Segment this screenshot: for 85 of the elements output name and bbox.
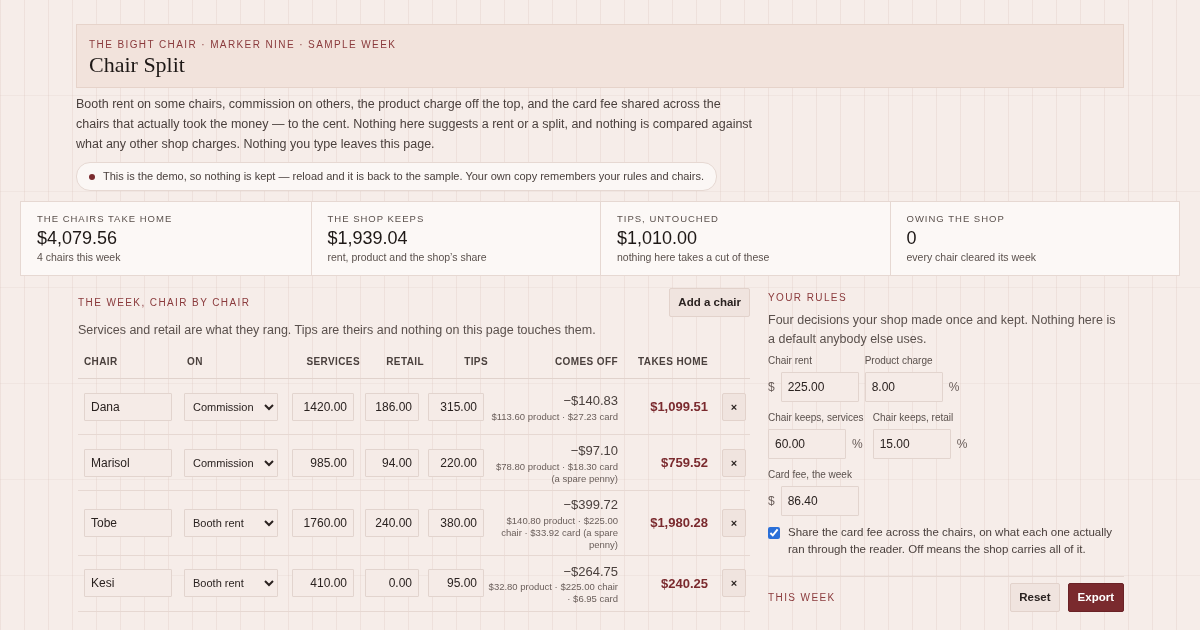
column-header: ON: [186, 355, 204, 370]
deduction-amount: −$399.72: [562, 496, 618, 515]
retail-field[interactable]: 0.00: [365, 569, 419, 598]
name-field[interactable]: Marisol: [84, 448, 172, 477]
stat-note: nothing here takes a cut of these: [617, 250, 771, 266]
checkbox-label: Share the card fee across the chairs, on what each one actually ran through the reader. Off means the shop carries all of it.: [788, 525, 1114, 558]
page-title: Chair Split: [89, 52, 186, 79]
tips-field[interactable]: 380.00: [428, 509, 484, 538]
eyebrow-text: THE BIGHT CHAIR · MARKER NINE · SAMPLE WEEK: [89, 38, 398, 52]
column-header: TIPS: [463, 355, 488, 370]
number-field[interactable]: 8.00: [864, 372, 943, 403]
stat-label: THE CHAIRS TAKE HOME: [37, 211, 174, 226]
unit-label: %: [956, 436, 968, 454]
stat-value: 0: [906, 227, 918, 251]
take-home-amount: $759.52: [660, 454, 709, 473]
take-home-amount: $1,980.28: [649, 514, 709, 533]
name-field[interactable]: Tobe: [84, 509, 172, 538]
deduction-amount: −$140.83: [562, 392, 618, 411]
section-heading: YOUR RULES: [768, 291, 848, 306]
deduction-detail: $113.60 product · $27.23 card: [490, 410, 618, 423]
stat-label: TIPS, UNTOUCHED: [617, 211, 720, 226]
services-field[interactable]: 410.00: [292, 569, 354, 598]
deduction-detail: $78.80 product · $18.30 card (a spare penny): [495, 460, 618, 485]
number-field[interactable]: 15.00: [872, 429, 951, 460]
deduction-amount: −$97.10: [569, 442, 618, 461]
field-label: Chair keeps, services: [768, 411, 865, 426]
stat-label: OWING THE SHOP: [906, 211, 1006, 226]
stat-value: $1,010.00: [617, 227, 699, 251]
deduction-detail: $140.80 product · $225.00 chair · $33.92 card (a spare penny): [500, 514, 618, 551]
take-home-amount: $1,099.51: [649, 398, 709, 417]
unit-label: %: [852, 436, 863, 454]
stat-note: every chair cleared its week: [906, 250, 1038, 266]
column-header: RETAIL: [385, 355, 424, 370]
checkbox[interactable]: [768, 527, 780, 540]
retail-field[interactable]: 186.00: [365, 392, 419, 421]
section-heading: THE WEEK, CHAIR BY CHAIR: [78, 296, 251, 311]
plan-select[interactable]: Booth rent: [184, 569, 278, 598]
dot-icon: [89, 173, 95, 180]
unit-label: $: [768, 493, 775, 511]
tips-field[interactable]: 95.00: [428, 569, 484, 598]
deduction-amount: −$264.75: [562, 562, 618, 581]
secondary-button[interactable]: Reset: [1010, 583, 1060, 613]
services-field[interactable]: 1760.00: [292, 509, 354, 538]
name-field[interactable]: Dana: [84, 392, 172, 421]
column-header: SERVICES: [305, 355, 360, 370]
retail-field[interactable]: 240.00: [365, 509, 419, 538]
retail-field[interactable]: 94.00: [365, 448, 419, 477]
remove-button[interactable]: ×: [722, 569, 746, 598]
tips-field[interactable]: 315.00: [428, 392, 484, 421]
unit-label: %: [948, 379, 960, 397]
column-header: COMES OFF: [553, 355, 618, 370]
plan-select[interactable]: Commission: [184, 448, 278, 477]
stat-note: 4 chairs this week: [37, 250, 122, 266]
section-description: Services and retail are what they rang. Tips are theirs and nothing on this page touches them.: [78, 322, 597, 340]
field-label: Card fee, the week: [768, 468, 853, 483]
column-header: TAKES HOME: [637, 355, 709, 370]
name-field[interactable]: Kesi: [84, 569, 172, 598]
field-label: Chair rent: [768, 354, 813, 369]
section-heading: THIS WEEK: [768, 591, 836, 606]
field-label: Product charge: [864, 354, 934, 369]
services-field[interactable]: 1420.00: [292, 392, 354, 421]
notice-text: This is the demo, so nothing is kept — reload and it is back to the sample. Your own copy remembers your rules and chairs.: [103, 169, 705, 185]
remove-button[interactable]: ×: [722, 509, 746, 538]
stat-value: $4,079.56: [37, 227, 119, 251]
deduction-detail: $32.80 product · $225.00 chair · $6.95 card: [488, 581, 618, 606]
stat-note: rent, product and the shop’s share: [327, 250, 488, 266]
services-field[interactable]: 985.00: [292, 448, 354, 477]
stat-value: $1,939.04: [327, 227, 409, 251]
section-description: Four decisions your shop made once and kept. Nothing here is a default anybody else uses.: [768, 312, 1117, 349]
intro-paragraph: Booth rent on some chairs, commission on others, the product charge off the top, and the card fee shared across the chairs that actually took the money — to the cent. Nothing here suggests a rent or a split, and nothing is compared against what any other shop charges. Nothing you type leaves this page.: [76, 96, 754, 154]
plan-select[interactable]: Commission: [184, 392, 278, 421]
stat-label: THE SHOP KEEPS: [327, 211, 426, 226]
add-chair-button[interactable]: Add a chair: [669, 288, 750, 318]
field-label: Chair keeps, retail: [872, 411, 955, 426]
column-header: CHAIR: [83, 355, 119, 370]
number-field[interactable]: 60.00: [768, 429, 846, 460]
take-home-amount: $240.25: [660, 574, 709, 593]
number-field[interactable]: 225.00: [780, 372, 859, 403]
number-field[interactable]: 86.40: [780, 486, 859, 517]
unit-label: $: [768, 379, 775, 397]
primary-button[interactable]: Export: [1067, 583, 1124, 613]
plan-select[interactable]: Booth rent: [184, 509, 278, 538]
tips-field[interactable]: 220.00: [428, 448, 484, 477]
remove-button[interactable]: ×: [722, 448, 746, 477]
remove-button[interactable]: ×: [722, 392, 746, 421]
